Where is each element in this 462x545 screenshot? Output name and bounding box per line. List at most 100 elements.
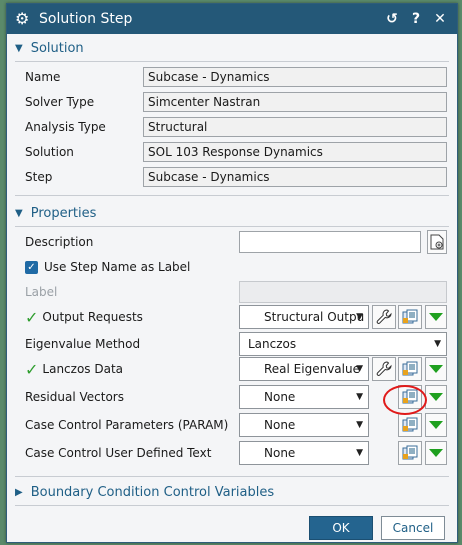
output-requests-row: ✓ Output Requests Structural Outpu ▼: [25, 305, 447, 329]
lanczos-data-row: ✓ Lanczos Data Real Eigenvalue ▼: [25, 357, 447, 381]
chevron-down-icon: ▼: [356, 312, 363, 322]
chevron-down-icon: ▼: [356, 420, 363, 430]
name-field: Subcase - Dynamics: [143, 67, 447, 87]
title-bar: ⚙ Solution Step ↺ ? ✕: [7, 4, 457, 34]
new-output-requests-button[interactable]: [398, 305, 422, 329]
eigenvalue-method-row: Eigenvalue Method Lanczos ▼: [25, 332, 447, 356]
case-control-param-label: Case Control Parameters (PARAM): [25, 418, 229, 432]
solver-type-field: Simcenter Nastran: [143, 92, 447, 112]
analysis-type-field: Structural: [143, 117, 447, 137]
row-label: Name: [25, 70, 61, 84]
document-add-icon: [430, 234, 444, 250]
divider: [15, 476, 449, 477]
help-icon[interactable]: ?: [407, 10, 425, 28]
modeling-object-icon: [402, 361, 418, 376]
modeling-object-icon: [402, 309, 418, 324]
output-requests-menu-button[interactable]: [425, 305, 447, 329]
step-field: Subcase - Dynamics: [143, 167, 447, 187]
output-requests-label-wrap: ✓ Output Requests: [25, 308, 143, 327]
description-row: Description: [25, 230, 447, 254]
residual-vectors-menu-button[interactable]: [425, 385, 447, 409]
case-control-param-row: Case Control Parameters (PARAM) None ▼: [25, 413, 447, 437]
case-control-param-value: None: [264, 418, 296, 432]
case-control-param-menu-button[interactable]: [425, 413, 447, 437]
collapse-triangle-icon: ▼: [15, 207, 23, 219]
new-case-control-udt-button[interactable]: [398, 441, 422, 465]
eigenvalue-method-value: Lanczos: [248, 337, 297, 351]
edit-output-requests-button[interactable]: [372, 305, 396, 329]
use-step-name-row: ✓ Use Step Name as Label: [25, 256, 445, 278]
eigenvalue-method-label: Eigenvalue Method: [25, 337, 141, 351]
modeling-object-icon: [402, 445, 418, 460]
divider: [15, 505, 449, 506]
residual-vectors-row: Residual Vectors None ▼: [25, 385, 447, 409]
ok-button[interactable]: OK: [309, 516, 373, 540]
row-label: Solution: [25, 145, 74, 159]
properties-section-header[interactable]: ▼ Properties: [15, 203, 96, 223]
lanczos-data-select[interactable]: Real Eigenvalue ▼: [239, 357, 369, 381]
row-label: Solver Type: [25, 95, 95, 109]
check-icon: ✓: [25, 307, 39, 327]
wrench-icon: [376, 309, 392, 324]
description-input[interactable]: [239, 231, 421, 253]
case-control-udt-value: None: [264, 446, 296, 460]
case-control-udt-menu-button[interactable]: [425, 441, 447, 465]
modeling-object-icon: [402, 417, 418, 432]
label-row: Label: [25, 281, 447, 303]
solution-row-solver-type: Solver Type Simcenter Nastran: [25, 91, 447, 113]
divider: [15, 61, 449, 62]
lanczos-data-value: Real Eigenvalue: [264, 362, 360, 376]
lanczos-data-label-wrap: ✓ Lanczos Data: [25, 360, 123, 379]
row-label: Analysis Type: [25, 120, 106, 134]
close-icon[interactable]: ✕: [431, 10, 449, 28]
lanczos-data-menu-button[interactable]: [425, 357, 447, 381]
check-icon: ✓: [25, 359, 39, 379]
solution-section-header[interactable]: ▼ Solution: [15, 38, 84, 58]
new-lanczos-data-button[interactable]: [398, 357, 422, 381]
chevron-down-icon: ▼: [356, 364, 363, 374]
label-label: Label: [25, 285, 58, 299]
highlight-annotation-circle: [383, 385, 427, 415]
residual-vectors-label: Residual Vectors: [25, 390, 124, 404]
solution-section-title: Solution: [30, 40, 84, 56]
lanczos-data-label: Lanczos Data: [42, 362, 124, 376]
chevron-down-icon: ▼: [356, 448, 363, 458]
gear-icon: ⚙: [15, 9, 30, 28]
edit-description-button[interactable]: [427, 230, 447, 254]
expand-triangle-icon: ▶: [15, 486, 23, 498]
boundary-section-header[interactable]: ▶ Boundary Condition Control Variables: [15, 482, 274, 502]
edit-lanczos-data-button[interactable]: [372, 357, 396, 381]
solution-row-analysis-type: Analysis Type Structural: [25, 116, 447, 138]
solution-row-solution: Solution SOL 103 Response Dynamics: [25, 141, 447, 163]
use-step-name-label: Use Step Name as Label: [44, 260, 191, 274]
green-down-arrow-icon: [429, 393, 443, 401]
divider: [15, 226, 449, 227]
chevron-down-icon: ▼: [356, 392, 363, 402]
cancel-button[interactable]: Cancel: [381, 516, 445, 540]
chevron-down-icon: ▼: [434, 339, 441, 349]
green-down-arrow-icon: [429, 421, 443, 429]
reset-icon[interactable]: ↺: [383, 10, 401, 28]
eigenvalue-method-select[interactable]: Lanczos ▼: [239, 332, 447, 356]
label-input[interactable]: [239, 281, 447, 303]
residual-vectors-value: None: [264, 390, 296, 404]
use-step-name-checkbox[interactable]: ✓: [25, 260, 38, 274]
collapse-triangle-icon: ▼: [15, 42, 23, 54]
solution-row-step: Step Subcase - Dynamics: [25, 166, 447, 188]
green-down-arrow-icon: [429, 313, 443, 321]
case-control-udt-label: Case Control User Defined Text: [25, 446, 212, 460]
wrench-icon: [376, 361, 392, 376]
case-control-udt-row: Case Control User Defined Text None ▼: [25, 441, 447, 465]
green-down-arrow-icon: [429, 449, 443, 457]
new-case-control-param-button[interactable]: [398, 413, 422, 437]
boundary-section-title: Boundary Condition Control Variables: [30, 484, 275, 500]
solution-row-name: Name Subcase - Dynamics: [25, 66, 447, 88]
case-control-param-select[interactable]: None ▼: [239, 413, 369, 437]
residual-vectors-select[interactable]: None ▼: [239, 385, 369, 409]
green-down-arrow-icon: [429, 365, 443, 373]
output-requests-select[interactable]: Structural Outpu ▼: [239, 305, 369, 329]
case-control-udt-select[interactable]: None ▼: [239, 441, 369, 465]
output-requests-label: Output Requests: [42, 310, 143, 324]
properties-section-title: Properties: [30, 205, 97, 221]
window-title: Solution Step: [39, 11, 133, 27]
